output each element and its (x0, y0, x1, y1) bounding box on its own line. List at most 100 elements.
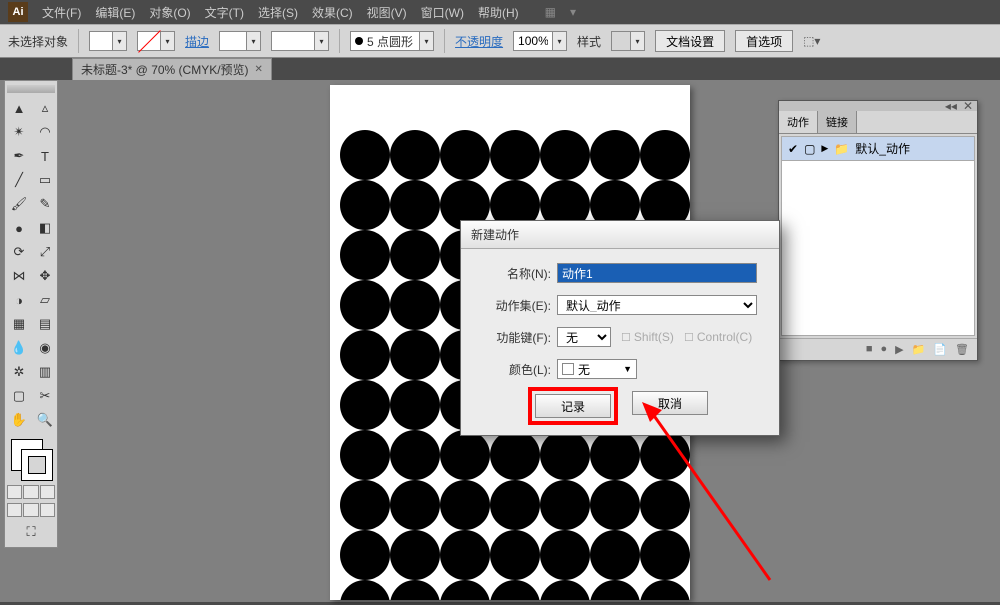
stroke-swatch-dropdown[interactable]: ▾ (161, 31, 175, 51)
type-tool[interactable]: T (33, 145, 57, 167)
brush-shape[interactable]: 5 点圆形 (367, 33, 413, 50)
stroke-color[interactable] (21, 449, 53, 481)
toggle-check-icon[interactable]: ✔ (788, 142, 798, 156)
lasso-tool[interactable]: ◠ (33, 121, 57, 143)
new-action-icon[interactable]: 📄 (933, 343, 947, 356)
panel-close-icon[interactable]: ✕ (963, 99, 973, 113)
style-swatch[interactable] (611, 31, 631, 51)
scale-tool[interactable]: ⤢ (33, 241, 57, 263)
panel-titlebar[interactable]: ◂◂ ✕ (779, 101, 977, 111)
slice-tool[interactable]: ✂ (33, 385, 57, 407)
menu-object[interactable]: 对象(O) (149, 4, 190, 21)
free-transform-tool[interactable]: ✥ (33, 265, 57, 287)
doc-setup-button[interactable]: 文档设置 (655, 30, 725, 52)
name-label: 名称(N): (477, 265, 551, 282)
style-label: 样式 (577, 33, 601, 50)
action-name-input[interactable] (557, 263, 757, 283)
style-dd[interactable]: ▾ (631, 31, 645, 51)
screen-mode-row (7, 503, 55, 517)
align-icon[interactable]: ⬚▾ (803, 34, 820, 48)
draw-inside-icon[interactable] (40, 503, 55, 517)
delete-icon[interactable]: 🗑 (955, 343, 969, 356)
action-set-select[interactable]: 默认_动作 (557, 295, 757, 315)
opacity-link[interactable]: 不透明度 (455, 33, 503, 50)
color-swatches[interactable] (7, 437, 55, 483)
tools-grip[interactable] (7, 85, 55, 93)
blend-tool[interactable]: ◉ (33, 337, 57, 359)
zoom-tool[interactable]: 🔍 (33, 409, 57, 431)
stroke-link[interactable]: 描边 (185, 33, 209, 50)
gradient-mode-icon[interactable] (23, 485, 38, 499)
screen-mode-button[interactable]: ⛶ (7, 521, 55, 543)
draw-behind-icon[interactable] (23, 503, 38, 517)
eyedropper-tool[interactable]: 💧 (7, 337, 31, 359)
mesh-tool[interactable]: ▦ (7, 313, 31, 335)
cancel-button[interactable]: 取消 (632, 391, 708, 415)
menu-effect[interactable]: 效果(C) (312, 4, 353, 21)
menu-extra2-icon[interactable]: ▾ (570, 5, 576, 19)
menu-help[interactable]: 帮助(H) (478, 4, 519, 21)
normal-mode-icon[interactable] (7, 485, 22, 499)
stroke-weight-dd[interactable]: ▾ (247, 31, 261, 51)
record-icon[interactable]: ● (881, 343, 888, 356)
menu-type[interactable]: 文字(T) (205, 4, 244, 21)
menu-file[interactable]: 文件(F) (42, 4, 81, 21)
menu-edit[interactable]: 编辑(E) (95, 4, 135, 21)
opacity-input[interactable] (513, 31, 553, 51)
stop-icon[interactable]: ■ (866, 343, 873, 356)
tab-links[interactable]: 链接 (818, 111, 857, 133)
menu-view[interactable]: 视图(V) (367, 4, 407, 21)
pen-tool[interactable]: ✒ (7, 145, 31, 167)
hand-tool[interactable]: ✋ (7, 409, 31, 431)
action-set-row[interactable]: ✔ ▢ ▶ 📁 默认_动作 (782, 137, 974, 161)
rotate-tool[interactable]: ⟳ (7, 241, 31, 263)
perspective-tool[interactable]: ▱ (33, 289, 57, 311)
shift-checkbox: ☐ Shift(S) (621, 330, 674, 344)
brush-def-swatch[interactable] (271, 31, 315, 51)
actions-footer: ■ ● ▶ 📁 📄 🗑 (779, 338, 977, 360)
menu-window[interactable]: 窗口(W) (421, 4, 464, 21)
fill-dropdown[interactable]: ▾ (113, 31, 127, 51)
fill-swatch[interactable] (89, 31, 113, 51)
artboard-tool[interactable]: ▢ (7, 385, 31, 407)
direct-selection-tool[interactable]: ▵ (33, 97, 57, 119)
record-button[interactable]: 记录 (535, 394, 611, 418)
expand-icon[interactable]: ▶ (821, 143, 828, 154)
draw-normal-icon[interactable] (7, 503, 22, 517)
function-key-select[interactable]: 无 (557, 327, 611, 347)
stroke-swatch[interactable] (137, 31, 161, 51)
pencil-tool[interactable]: ✎ (33, 193, 57, 215)
brush-shape-dd[interactable]: ▾ (420, 31, 434, 51)
menu-bar: Ai 文件(F) 编辑(E) 对象(O) 文字(T) 选择(S) 效果(C) 视… (0, 0, 1000, 24)
brush-def-dd[interactable]: ▾ (315, 31, 329, 51)
rectangle-tool[interactable]: ▭ (33, 169, 57, 191)
graph-tool[interactable]: ▥ (33, 361, 57, 383)
blob-brush-tool[interactable]: ● (7, 217, 31, 239)
menu-select[interactable]: 选择(S) (258, 4, 298, 21)
width-tool[interactable]: ⋈ (7, 265, 31, 287)
line-tool[interactable]: ╱ (7, 169, 31, 191)
new-set-icon[interactable]: 📁 (912, 343, 926, 356)
document-tab[interactable]: 未标题-3* @ 70% (CMYK/预览) ✕ (72, 58, 272, 80)
selection-tool[interactable]: ▲ (7, 97, 31, 119)
toggle-dialog-icon[interactable]: ▢ (804, 142, 815, 156)
actions-panel: ◂◂ ✕ 动作 链接 ✔ ▢ ▶ 📁 默认_动作 ■ ● ▶ 📁 📄 🗑 (778, 100, 978, 361)
stroke-weight-input[interactable] (219, 31, 247, 51)
opacity-dd[interactable]: ▾ (553, 31, 567, 51)
tab-actions[interactable]: 动作 (779, 111, 818, 133)
gradient-tool[interactable]: ▤ (33, 313, 57, 335)
folder-icon: 📁 (834, 142, 849, 156)
shape-builder-tool[interactable]: ◑ (7, 289, 31, 311)
magic-wand-tool[interactable]: ✴ (7, 121, 31, 143)
menu-extra-icon[interactable]: ▦ (545, 5, 556, 19)
symbol-sprayer-tool[interactable]: ✲ (7, 361, 31, 383)
eraser-tool[interactable]: ◧ (33, 217, 57, 239)
panel-collapse-icon[interactable]: ◂◂ (945, 99, 957, 113)
paintbrush-tool[interactable]: 🖌 (7, 193, 31, 215)
none-mode-icon[interactable] (40, 485, 55, 499)
play-icon[interactable]: ▶ (895, 343, 903, 356)
preferences-button[interactable]: 首选项 (735, 30, 793, 52)
actions-list[interactable]: ✔ ▢ ▶ 📁 默认_动作 (781, 136, 975, 336)
close-tab-icon[interactable]: ✕ (255, 64, 263, 75)
color-select[interactable]: 无 ▼ (557, 359, 637, 379)
